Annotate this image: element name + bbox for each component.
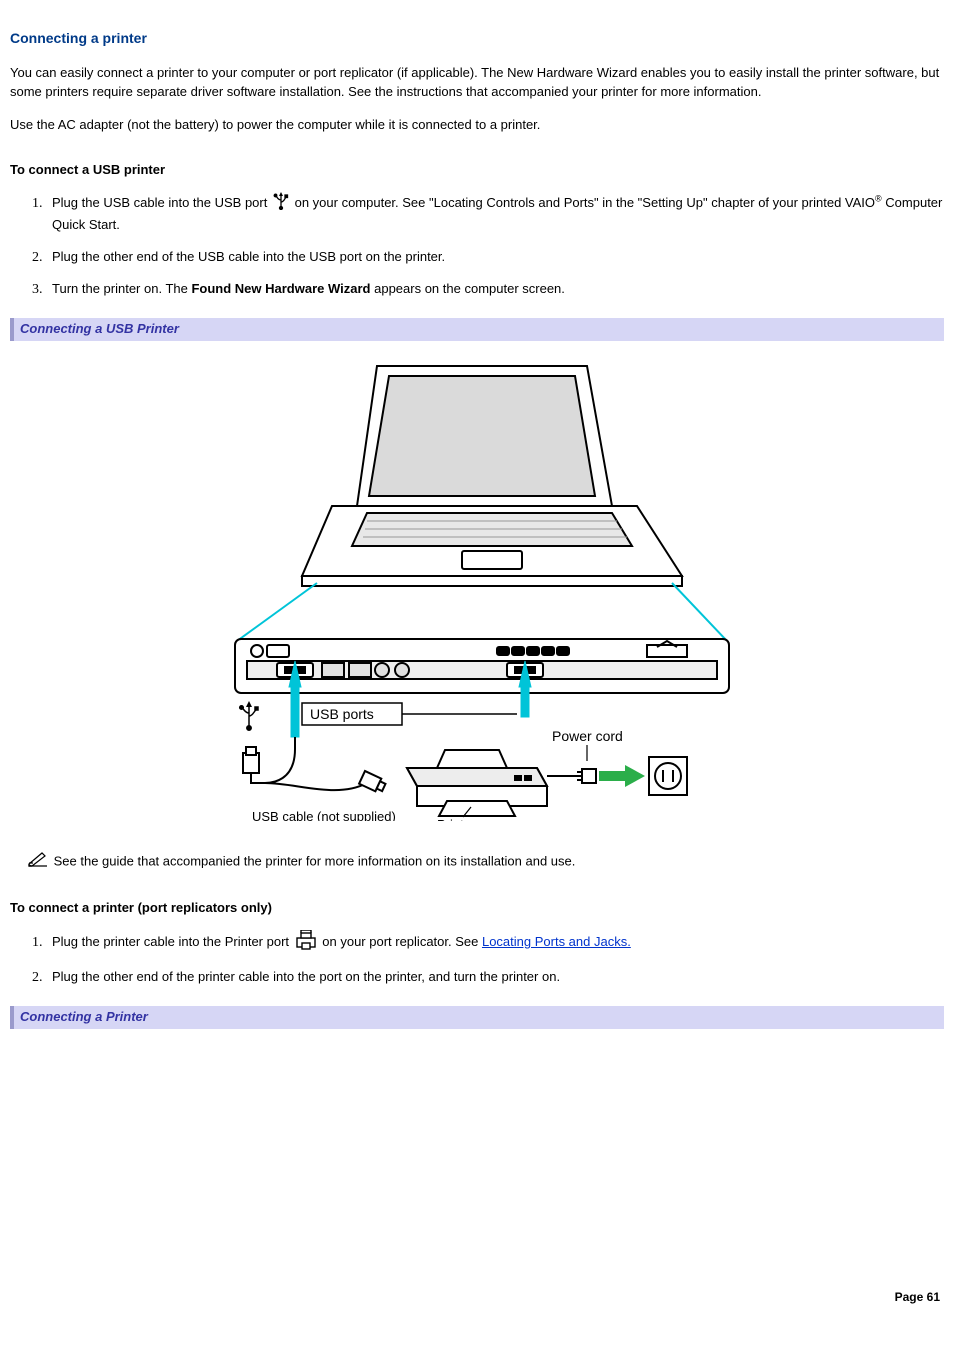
step-text-bold: Found New Hardware Wizard xyxy=(191,281,370,296)
diagram-label-usb-cable: USB cable (not supplied) xyxy=(252,809,396,821)
list-item: Plug the other end of the printer cable … xyxy=(46,968,944,988)
steps-port-replicator: Plug the printer cable into the Printer … xyxy=(38,930,944,988)
steps-usb-printer: Plug the USB cable into the USB port on … xyxy=(38,192,944,301)
printer-port-icon xyxy=(295,930,317,956)
diagram-label-printer: Printer xyxy=(437,817,476,821)
figure-caption-bar: Connecting a Printer xyxy=(10,1006,944,1029)
step-text: appears on the computer screen. xyxy=(371,281,565,296)
step-text: on your port replicator. See xyxy=(322,934,482,949)
step-text: Turn the printer on. The xyxy=(52,281,191,296)
usb-trident-icon xyxy=(273,192,289,216)
figure-usb-printer-diagram: USB ports Power cord Printer xyxy=(217,351,737,827)
list-item: Plug the USB cable into the USB port on … xyxy=(46,192,944,236)
intro-paragraph-2: Use the AC adapter (not the battery) to … xyxy=(10,116,944,135)
page-number: Page 61 xyxy=(10,1289,940,1306)
link-locating-ports-and-jacks[interactable]: Locating Ports and Jacks. xyxy=(482,934,631,949)
step-text: Plug the printer cable into the Printer … xyxy=(52,934,293,949)
section-title: Connecting a printer xyxy=(10,28,944,48)
list-item: Plug the other end of the USB cable into… xyxy=(46,248,944,268)
subhead-port-replicator: To connect a printer (port replicators o… xyxy=(10,899,944,918)
registered-mark: ® xyxy=(875,194,882,204)
subhead-usb-printer: To connect a USB printer xyxy=(10,161,944,180)
step-text: Plug the other end of the printer cable … xyxy=(52,969,560,984)
intro-paragraph-1: You can easily connect a printer to your… xyxy=(10,64,944,102)
step-text: Plug the other end of the USB cable into… xyxy=(52,249,445,264)
figure-caption-bar: Connecting a USB Printer xyxy=(10,318,944,341)
diagram-label-usb-ports: USB ports xyxy=(310,706,374,722)
note-text: See the guide that accompanied the print… xyxy=(54,853,576,868)
diagram-label-power-cord: Power cord xyxy=(552,728,623,744)
note: See the guide that accompanied the print… xyxy=(28,851,944,873)
pencil-note-icon xyxy=(28,855,52,870)
step-text: Plug the USB cable into the USB port xyxy=(52,195,271,210)
list-item: Plug the printer cable into the Printer … xyxy=(46,930,944,956)
step-text: on your computer. See "Locating Controls… xyxy=(295,195,875,210)
list-item: Turn the printer on. The Found New Hardw… xyxy=(46,280,944,300)
